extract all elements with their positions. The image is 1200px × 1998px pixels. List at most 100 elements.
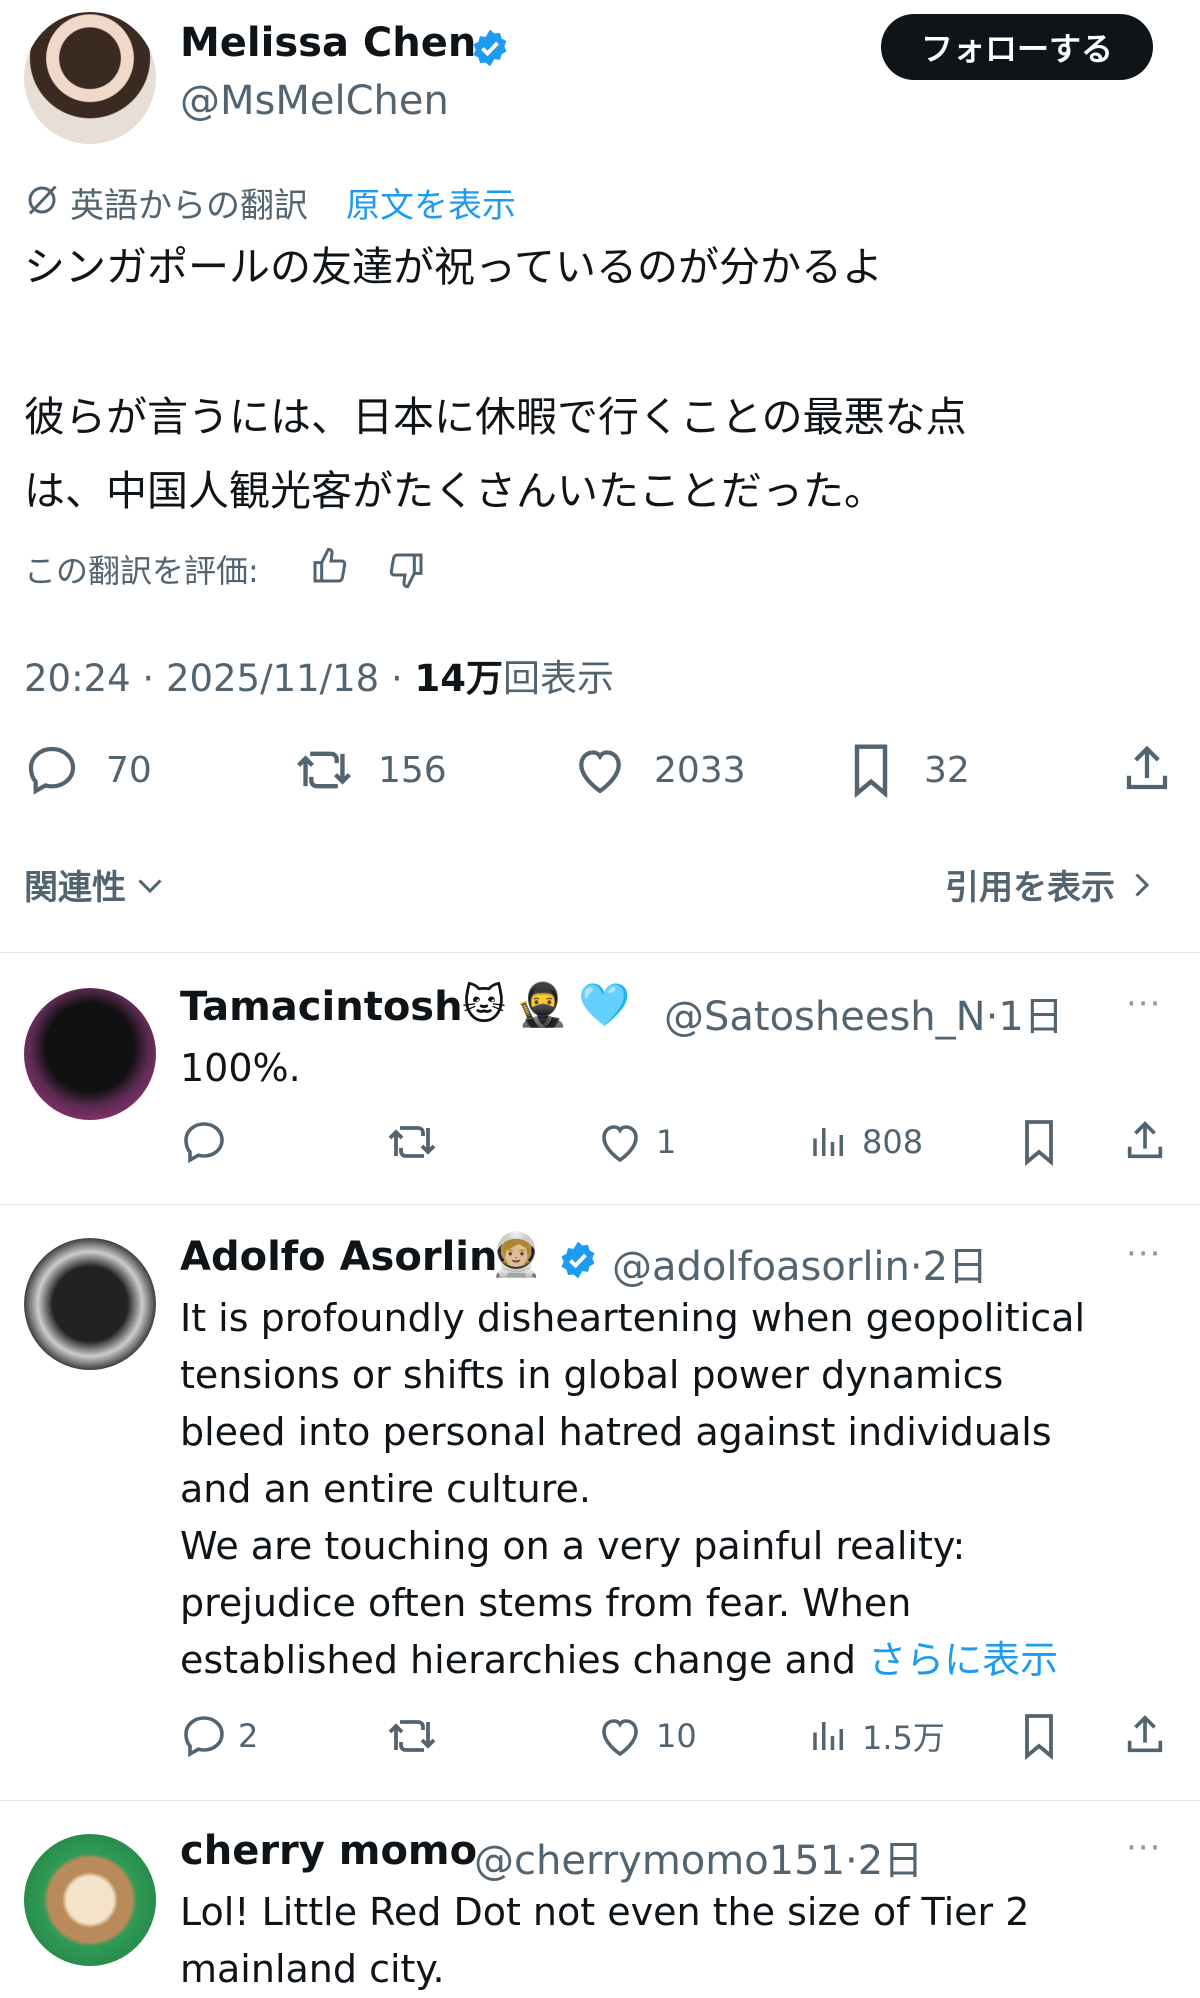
share-icon — [1127, 1715, 1163, 1753]
rate-translation-label: この翻訳を評価: — [24, 552, 259, 590]
bookmark-count: 32 — [924, 749, 970, 791]
reply-separator: · — [909, 1244, 923, 1290]
show-more-link[interactable]: さらに表示 — [868, 1638, 1058, 1682]
reply-handle: @adolfoasorlin — [612, 1244, 910, 1290]
reply-author-name[interactable]: cherry momo — [180, 1828, 477, 1874]
bookmark-action[interactable] — [1018, 1712, 1060, 1760]
thumbs-down-icon[interactable] — [386, 550, 426, 594]
share-icon[interactable] — [1120, 742, 1174, 800]
reply-text-line: bleed into personal hatred against indiv… — [180, 1410, 1052, 1454]
like-count: 1 — [656, 1123, 677, 1161]
bookmark-stat[interactable]: 32 — [846, 742, 970, 798]
reply-icon — [28, 746, 76, 795]
views-chart-icon — [813, 1128, 843, 1156]
reply-text-line: prejudice often stems from fear. When — [180, 1581, 912, 1625]
sort-dropdown[interactable]: 関連性 — [24, 860, 168, 909]
more-options-icon[interactable]: ··· — [1126, 1828, 1161, 1868]
reply-text-line: tensions or shifts in global power dynam… — [180, 1353, 1004, 1397]
reply-author-emojis: 🧑🏼‍🚀 — [490, 1230, 543, 1279]
divider — [0, 1204, 1200, 1205]
reply-avatar[interactable] — [24, 1834, 156, 1966]
author-name[interactable]: Melissa Chen — [180, 20, 476, 66]
views-label: 回表示 — [503, 657, 614, 700]
like-action[interactable]: 1 — [596, 1118, 676, 1166]
reply-author-emojis: 🐱🥷🩵 — [462, 980, 641, 1029]
reply-author-handle[interactable]: @adolfoasorlin·2日 — [612, 1234, 988, 1292]
more-options-icon[interactable]: ··· — [1126, 1234, 1161, 1274]
bookmark-icon — [1025, 1714, 1053, 1760]
reply-action[interactable]: 2 — [180, 1712, 258, 1760]
reply-text-last-segment: established hierarchies change and — [180, 1638, 869, 1682]
reply-time: 2日 — [922, 1244, 989, 1290]
views-count: 14万 — [414, 657, 504, 700]
reply-text-line: and an entire culture. — [180, 1467, 591, 1511]
reply-handle: @cherrymomo151 — [474, 1838, 846, 1884]
like-action[interactable]: 10 — [596, 1712, 697, 1760]
tweet-meta: 20:24 · 2025/11/18 · 14万回表示 — [24, 648, 614, 702]
view-quotes-label: 引用を表示 — [945, 868, 1115, 908]
reply-text-line: Lol! Little Red Dot not even the size of… — [180, 1890, 1030, 1934]
like-stat[interactable]: 2033 — [572, 742, 746, 798]
reply-action[interactable] — [180, 1118, 228, 1166]
view-quotes-link[interactable]: 引用を表示 — [945, 860, 1159, 909]
author-avatar[interactable] — [24, 12, 156, 144]
reply-time: 1日 — [998, 994, 1064, 1040]
reply-text-line: We are touching on a very painful realit… — [180, 1524, 966, 1568]
views-action[interactable]: 1.5万 — [808, 1712, 945, 1760]
reply-text: It is profoundly disheartening when geop… — [180, 1290, 1085, 1689]
bookmark-icon — [854, 744, 888, 798]
tweet-text-line-1: シンガポールの友達が祝っているのが分かるよ — [24, 243, 883, 291]
view-count: 1.5万 — [862, 1719, 945, 1757]
reply-stat[interactable]: 70 — [24, 742, 152, 798]
retweet-icon — [388, 1126, 436, 1158]
reply-separator: · — [845, 1838, 858, 1884]
retweet-stat[interactable]: 156 — [294, 742, 447, 798]
reply-icon — [184, 1122, 224, 1164]
reply-separator: · — [985, 994, 999, 1040]
tweet-date: 2025/11/18 — [165, 657, 380, 700]
reply-handle: @Satosheesh_N — [664, 994, 986, 1040]
reply-author-handle[interactable]: @cherrymomo151·2日 — [474, 1828, 923, 1886]
reply-avatar[interactable] — [24, 1238, 156, 1370]
verified-badge-icon — [558, 1240, 598, 1284]
tweet-text-line-2: 彼らが言うには、日本に休暇で行くことの最悪な点 — [24, 393, 967, 441]
retweet-count: 156 — [378, 749, 447, 791]
reply-author-handle[interactable]: @Satosheesh_N·1日 — [664, 984, 1064, 1042]
chevron-down-icon — [138, 878, 162, 893]
reply-text: Lol! Little Red Dot not even the size of… — [180, 1884, 1029, 1998]
reply-text: 100%. — [180, 1046, 301, 1090]
reply-count: 2 — [238, 1717, 259, 1755]
reply-text-line: established hierarchies change and さらに表示 — [180, 1632, 1085, 1689]
bookmark-action[interactable] — [1018, 1118, 1060, 1166]
view-count: 808 — [862, 1123, 924, 1161]
heart-icon — [602, 1125, 638, 1163]
share-action[interactable] — [1122, 1712, 1168, 1758]
retweet-icon — [297, 751, 351, 789]
meta-separator: · — [390, 657, 415, 700]
retweet-action[interactable] — [386, 1712, 438, 1760]
meta-separator: · — [142, 657, 166, 700]
views-action[interactable]: 808 — [808, 1118, 923, 1166]
reply-author-name[interactable]: Tamacintosh — [180, 984, 463, 1030]
more-options-icon[interactable]: ··· — [1126, 984, 1161, 1024]
share-action[interactable] — [1122, 1118, 1168, 1164]
reply-count: 70 — [106, 749, 152, 791]
share-icon — [1127, 1121, 1163, 1159]
heart-icon — [602, 1719, 638, 1757]
reply-author-name[interactable]: Adolfo Asorlin — [180, 1234, 497, 1280]
author-handle[interactable]: @MsMelChen — [180, 78, 449, 124]
retweet-action[interactable] — [386, 1118, 438, 1166]
reply-text-line: mainland city. — [180, 1947, 445, 1991]
verified-badge-icon — [470, 28, 510, 72]
tweet-text-line-3: は、中国人観光客がたくさんいたことだった。 — [24, 467, 885, 515]
views-chart-icon — [813, 1722, 843, 1750]
reply-avatar[interactable] — [24, 988, 156, 1120]
divider — [0, 1800, 1200, 1801]
follow-button[interactable]: フォローする — [881, 14, 1153, 80]
translation-note: 英語からの翻訳 — [70, 186, 308, 226]
reply-text-line: It is profoundly disheartening when geop… — [180, 1296, 1086, 1340]
show-original-link[interactable]: 原文を表示 — [346, 178, 516, 227]
translate-icon — [24, 182, 60, 222]
thumbs-up-icon[interactable] — [310, 546, 350, 590]
like-count: 10 — [656, 1717, 697, 1755]
